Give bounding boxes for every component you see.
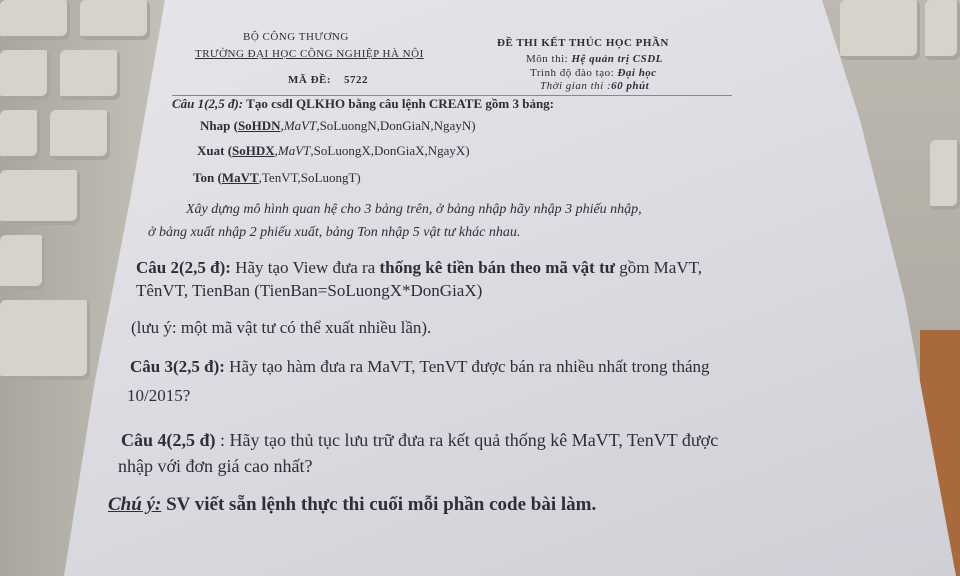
- question-2-emphasis: thống kê tiền bán theo mã vật tư: [379, 258, 615, 277]
- subject-label: Môn thi:: [526, 53, 569, 65]
- exam-time: Thời gian thi :60 phút: [540, 80, 649, 92]
- question-1-note-line-2: ở bảng xuất nhập 2 phiếu xuất, bảng Ton …: [148, 225, 521, 240]
- subject-value: Hệ quản trị CSDL: [571, 53, 663, 65]
- question-4-line-2: nhập với đơn giá cao nhất?: [118, 456, 313, 476]
- question-1-note-line-1: Xây dựng mô hình quan hệ cho 3 bảng trên…: [186, 202, 642, 217]
- table-xuat: Xuat (SoHDX,MaVT,SoLuongX,DonGiaX,NgayX): [197, 143, 470, 159]
- footer-label: Chú ý:: [108, 494, 162, 515]
- question-3-line-1: Câu 3(2,5 đ): Hãy tạo hàm đưa ra MaVT, T…: [130, 357, 710, 377]
- question-1-text: Tạo csdl QLKHO bằng câu lệnh CREATE gồm …: [243, 96, 554, 111]
- question-2-line-1: Câu 2(2,5 đ): Hãy tạo View đưa ra thống …: [136, 258, 702, 278]
- table-name: Nhap (: [200, 118, 238, 133]
- time-value: 60 phút: [611, 80, 650, 92]
- columns: ,SoLuongX,DonGiaX,NgayX): [310, 143, 470, 158]
- primary-key: SoHDX: [232, 143, 275, 158]
- question-2-line-2: TênVT, TienBan (TienBan=SoLuongX*DonGiaX…: [136, 281, 483, 300]
- question-1-title: Câu 1(2,5 đ):: [172, 96, 244, 111]
- exam-code-value: 5722: [344, 74, 369, 86]
- exam-level: Trình độ đào tạo: Đại học: [530, 67, 657, 79]
- question-2-note: (lưu ý: một mã vật tư có thể xuất nhiều …: [131, 318, 432, 337]
- keyboard-key: [0, 110, 40, 160]
- keyboard-key: [930, 140, 960, 210]
- keyboard-key: [60, 50, 120, 100]
- table-nhap: Nhap (SoHDN,MaVT,SoLuongN,DonGiaN,NgayN): [200, 118, 476, 134]
- keyboard-key: [80, 0, 150, 40]
- question-2-text: Hãy tạo View đưa ra: [230, 258, 380, 277]
- question-4-title: Câu 4(2,5 đ): [121, 430, 216, 450]
- keyboard-key: [0, 0, 70, 40]
- keyboard-key: [0, 50, 50, 100]
- exam-code: MÃ ĐỀ: 5722: [288, 74, 368, 86]
- school-name: TRƯỜNG ĐẠI HỌC CÔNG NGHIỆP HÀ NỘI: [195, 48, 424, 60]
- exam-subject: Môn thi: Hệ quản trị CSDL: [526, 53, 663, 65]
- keyboard-key: [0, 170, 80, 225]
- question-1-heading: Câu 1(2,5 đ): Tạo csdl QLKHO bằng câu lệ…: [172, 95, 732, 112]
- foreign-key: MaVT: [283, 118, 317, 133]
- question-3-line-2: 10/2015?: [127, 386, 191, 405]
- time-label: Thời gian thi :: [540, 80, 612, 92]
- footer-note: Chú ý: SV viết sẵn lệnh thực thi cuối mỗ…: [108, 494, 596, 516]
- primary-key: MaVT: [221, 170, 259, 185]
- question-4-text: : Hãy tạo thủ tục lưu trữ đưa ra kết quả…: [215, 430, 719, 450]
- columns: ,SoLuongN,DonGiaN,NgayN): [316, 118, 476, 133]
- exam-code-label: MÃ ĐỀ:: [288, 74, 332, 86]
- keyboard-key: [0, 235, 45, 290]
- exam-title: ĐỀ THI KẾT THÚC HỌC PHẦN: [497, 37, 669, 49]
- keyboard-key: [0, 300, 90, 380]
- question-4-line-1: Câu 4(2,5 đ) : Hãy tạo thủ tục lưu trữ đ…: [121, 430, 718, 451]
- table-name: Xuat (: [197, 143, 233, 158]
- columns: ,TenVT,SoLuongT): [258, 170, 361, 185]
- keyboard-key: [925, 0, 960, 60]
- primary-key: SoHDN: [237, 118, 281, 133]
- foreign-key: MaVT: [277, 143, 311, 158]
- question-3-title: Câu 3(2,5 đ):: [130, 357, 225, 376]
- keyboard-key: [840, 0, 920, 60]
- keyboard-key: [50, 110, 110, 160]
- question-2-text-end: gồm MaVT,: [614, 258, 702, 277]
- footer-text: SV viết sẵn lệnh thực thi cuối mỗi phần …: [161, 494, 597, 515]
- question-2-title: Câu 2(2,5 đ):: [136, 258, 231, 277]
- table-name: Ton (: [193, 170, 222, 185]
- table-ton: Ton (MaVT,TenVT,SoLuongT): [193, 170, 361, 186]
- ministry-name: BỘ CÔNG THƯƠNG: [243, 31, 349, 43]
- question-3-text: Hãy tạo hàm đưa ra MaVT, TenVT được bán …: [224, 357, 710, 376]
- level-label: Trình độ đào tạo:: [530, 67, 615, 79]
- level-value: Đại học: [617, 67, 657, 79]
